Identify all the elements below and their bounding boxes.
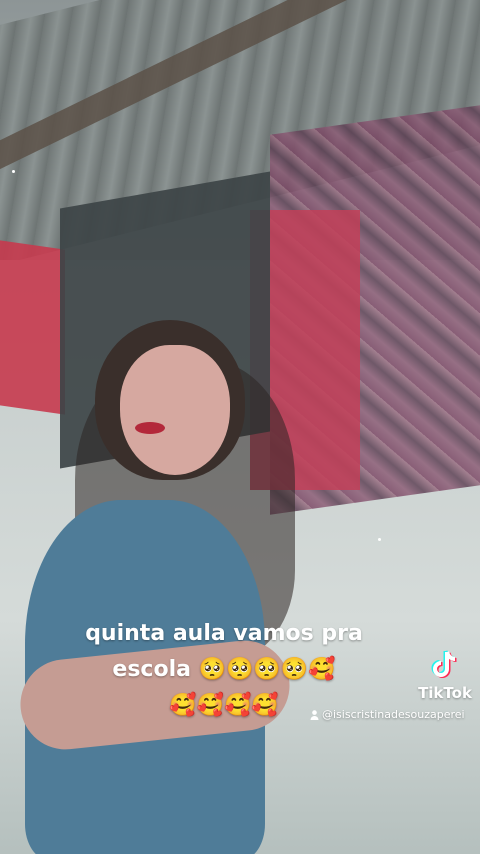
sparkle — [12, 170, 15, 173]
video-frame[interactable]: quinta aula vamos pra escola 🥺🥺🥺🥺🥰 🥰🥰🥰🥰 … — [0, 0, 480, 854]
tiktok-watermark: TikTok — [412, 648, 478, 708]
caption-line-1: quinta aula vamos pra — [85, 621, 363, 646]
caption-line-2: escola 🥺🥺🥺🥺🥰 — [112, 657, 336, 682]
sparkle — [378, 538, 381, 541]
tiktok-logo-icon — [431, 650, 457, 678]
face — [120, 345, 230, 475]
tiktok-brand-label: TikTok — [418, 684, 472, 702]
creator-handle: @isiscristinadesouzaperei — [310, 705, 476, 725]
person-figure — [16, 320, 295, 854]
lips — [135, 422, 165, 434]
person-icon — [310, 710, 319, 720]
handle-text: @isiscristinadesouzaperei — [322, 708, 465, 721]
